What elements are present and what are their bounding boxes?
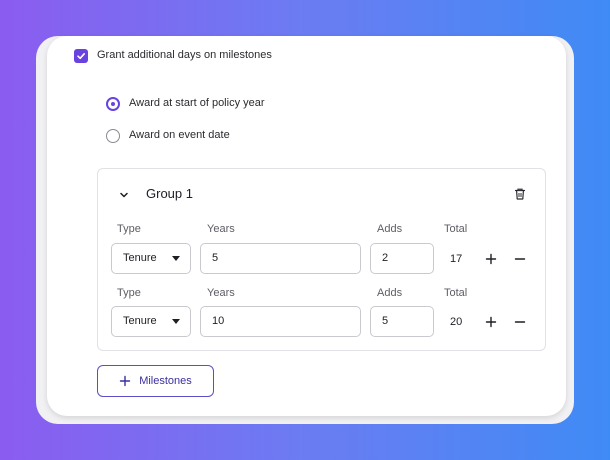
type-select-value: Tenure [123,252,157,264]
type-column-label: Type [117,223,141,235]
award-event-label: Award on event date [129,129,230,141]
chevron-down-icon[interactable] [118,189,130,201]
plus-icon[interactable] [485,253,497,265]
caret-down-icon [172,319,180,324]
total-column-label: Total [444,287,468,299]
plus-icon[interactable] [485,316,497,328]
plus-icon [120,375,131,387]
caret-down-icon [172,256,180,261]
total-value: 17 [450,253,463,265]
award-start-radio[interactable] [106,97,120,111]
minus-icon[interactable] [514,253,526,265]
adds-column-label: Adds [377,223,403,235]
years-column-label: Years [207,223,235,235]
minus-icon[interactable] [514,316,526,328]
group-title: Group 1 [146,186,193,201]
total-column-label: Total [444,223,468,235]
check-icon [77,53,85,60]
grant-milestones-checkbox[interactable] [74,49,88,63]
years-column-label: Years [207,287,235,299]
type-select[interactable]: Tenure [111,243,191,274]
add-milestones-button[interactable]: Milestones [97,365,214,397]
grant-milestones-label: Grant additional days on milestones [97,49,272,61]
trash-icon[interactable] [513,187,527,201]
add-milestones-label: Milestones [139,375,192,387]
type-select-value: Tenure [123,315,157,327]
total-value: 20 [450,316,463,328]
adds-input[interactable]: 5 [370,306,434,337]
adds-column-label: Adds [377,287,403,299]
award-event-radio[interactable] [106,129,120,143]
award-start-label: Award at start of policy year [129,97,265,109]
years-input[interactable]: 5 [200,243,361,274]
type-select[interactable]: Tenure [111,306,191,337]
adds-input[interactable]: 2 [370,243,434,274]
years-input[interactable]: 10 [200,306,361,337]
type-column-label: Type [117,287,141,299]
